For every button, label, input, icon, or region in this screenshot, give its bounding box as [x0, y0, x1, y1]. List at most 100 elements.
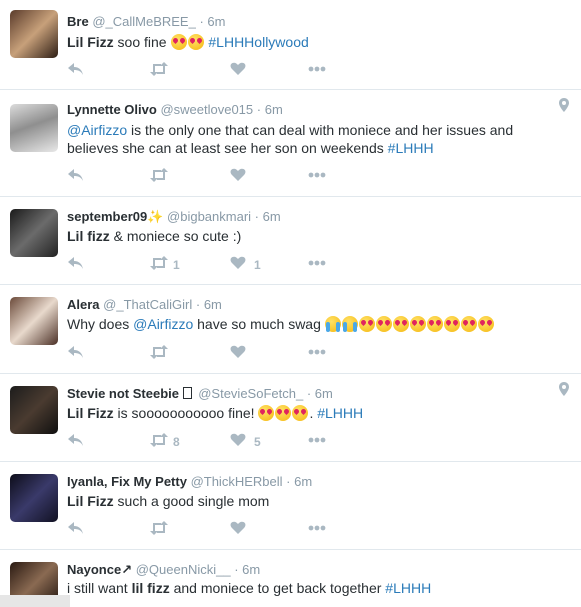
user-handle[interactable]: @_CallMeBREE_ — [92, 14, 196, 29]
more-icon[interactable] — [307, 344, 327, 364]
heart-icon[interactable] — [230, 344, 246, 364]
avatar[interactable] — [10, 10, 58, 58]
user-handle[interactable]: @sweetlove015 — [160, 102, 253, 117]
user-name[interactable]: Alera — [67, 297, 100, 312]
hashtag-link[interactable]: #LHHH — [385, 580, 431, 596]
tweet-text: Lil Fizz such a good single mom — [67, 492, 547, 510]
tweet-text: @Airfizzo is the only one that can deal … — [67, 121, 547, 157]
avatar[interactable] — [10, 209, 58, 257]
retweet-icon[interactable] — [149, 167, 169, 187]
keyword: Lil Fizz — [67, 493, 114, 509]
reply-icon[interactable] — [67, 520, 85, 540]
timestamp[interactable]: 6m — [242, 562, 260, 577]
retweet-icon[interactable] — [149, 344, 169, 364]
user-handle[interactable]: @ThickHERbell — [191, 474, 283, 489]
tweet-item[interactable]: Bre @_CallMeBREE_ · 6m Lil Fizz soo fine… — [0, 0, 581, 90]
tweet-actions: 8 5 — [67, 432, 367, 452]
user-name[interactable]: Iyanla, Fix My Petty — [67, 474, 187, 489]
like-count: 1 — [254, 258, 261, 272]
retweet-icon[interactable] — [149, 61, 169, 81]
text-segment: soo fine — [113, 34, 171, 50]
timestamp[interactable]: 6m — [265, 102, 283, 117]
tweet-actions: 1 1 — [67, 255, 367, 275]
heart-eyes-emoji-icon — [443, 316, 460, 332]
heart-eyes-emoji-icon — [460, 316, 477, 332]
avatar[interactable] — [10, 104, 58, 152]
user-handle[interactable]: @_ThatCaliGirl — [103, 297, 192, 312]
heart-icon[interactable]: 5 — [230, 432, 261, 452]
tweet-header: september09✨ @bigbankmari · 6m — [67, 209, 281, 225]
separator: · — [199, 14, 204, 29]
text-segment: and moniece to get back together — [169, 580, 386, 596]
tweet-item[interactable]: Lynnette Olivo @sweetlove015 · 6m @Airfi… — [0, 90, 581, 197]
retweet-count: 8 — [173, 435, 180, 449]
more-icon[interactable] — [307, 520, 327, 540]
timestamp[interactable]: 6m — [294, 474, 312, 489]
user-handle[interactable]: @StevieSoFetch_ — [198, 386, 303, 401]
tweet-actions — [67, 61, 367, 81]
text-segment: such a good single mom — [113, 493, 270, 509]
location-pin-icon[interactable] — [559, 98, 569, 117]
tweet-actions — [67, 520, 367, 540]
heart-icon[interactable] — [230, 61, 246, 81]
avatar[interactable] — [10, 386, 58, 434]
reply-icon[interactable] — [67, 344, 85, 364]
more-icon[interactable] — [307, 167, 327, 187]
mention-link[interactable]: @Airfizzo — [133, 316, 193, 332]
text-segment: is sooooooooooo fine! — [113, 405, 259, 421]
tweet-item[interactable]: september09✨ @bigbankmari · 6m Lil fizz … — [0, 197, 581, 285]
user-name[interactable]: Nayonce↗ — [67, 562, 132, 577]
heart-eyes-emoji-icon — [358, 316, 375, 332]
more-icon[interactable] — [307, 432, 327, 452]
keyword: Lil Fizz — [67, 405, 114, 421]
heart-eyes-emoji-icon — [409, 316, 426, 332]
timestamp[interactable]: 6m — [263, 209, 281, 224]
user-name[interactable]: Stevie not Steebie — [67, 386, 183, 401]
user-name[interactable]: september09✨ — [67, 209, 163, 224]
hashtag-link[interactable]: #LHHHollywood — [208, 34, 308, 50]
reply-icon[interactable] — [67, 61, 85, 81]
timestamp[interactable]: 6m — [315, 386, 333, 401]
timestamp[interactable]: 6m — [207, 14, 225, 29]
tweet-header: Nayonce↗ @QueenNicki__ · 6m — [67, 562, 260, 578]
tweet-text: Lil Fizz soo fine #LHHHollywood — [67, 33, 547, 51]
hashtag-link[interactable]: #LHHH — [317, 405, 363, 421]
text-segment: have so much swag — [193, 316, 325, 332]
heart-eyes-emoji-icon — [477, 316, 494, 332]
reply-icon[interactable] — [67, 167, 85, 187]
user-handle[interactable]: @bigbankmari — [167, 209, 251, 224]
retweet-icon[interactable] — [149, 520, 169, 540]
heart-icon[interactable] — [230, 167, 246, 187]
reply-icon[interactable] — [67, 255, 85, 275]
heart-icon[interactable] — [230, 520, 246, 540]
user-name[interactable]: Bre — [67, 14, 89, 29]
tweet-text: Lil fizz & moniece so cute :) — [67, 227, 547, 245]
tweet-item[interactable]: Stevie not Steebie @StevieSoFetch_ · 6m … — [0, 374, 581, 462]
avatar[interactable] — [10, 474, 58, 522]
tweet-item[interactable]: Alera @_ThatCaliGirl · 6m Why does @Airf… — [0, 285, 581, 374]
avatar[interactable] — [10, 297, 58, 345]
more-icon[interactable] — [307, 61, 327, 81]
tweet-item[interactable]: Nayonce↗ @QueenNicki__ · 6m i still want… — [0, 550, 581, 607]
retweet-count: 1 — [173, 258, 180, 272]
more-icon[interactable] — [307, 255, 327, 275]
mention-link[interactable]: @Airfizzo — [67, 122, 127, 138]
text-segment: & moniece so cute :) — [109, 228, 242, 244]
heart-icon[interactable]: 1 — [230, 255, 261, 275]
reply-icon[interactable] — [67, 432, 85, 452]
retweet-icon[interactable]: 8 — [149, 432, 180, 452]
timestamp[interactable]: 6m — [204, 297, 222, 312]
user-handle[interactable]: @QueenNicki__ — [136, 562, 231, 577]
heart-eyes-emoji-icon — [375, 316, 392, 332]
tweet-item[interactable]: Iyanla, Fix My Petty @ThickHERbell · 6m … — [0, 462, 581, 550]
user-name[interactable]: Lynnette Olivo — [67, 102, 157, 117]
text-segment: Why does — [67, 316, 134, 332]
text-segment: i still want — [67, 580, 132, 596]
tweet-header: Alera @_ThatCaliGirl · 6m — [67, 297, 222, 313]
location-pin-icon[interactable] — [559, 382, 569, 401]
tweet-actions — [67, 167, 367, 187]
tweet-text: Why does @Airfizzo have so much swag — [67, 315, 567, 333]
heart-eyes-emoji-icon — [392, 316, 409, 332]
hashtag-link[interactable]: #LHHH — [388, 140, 434, 156]
retweet-icon[interactable]: 1 — [149, 255, 180, 275]
